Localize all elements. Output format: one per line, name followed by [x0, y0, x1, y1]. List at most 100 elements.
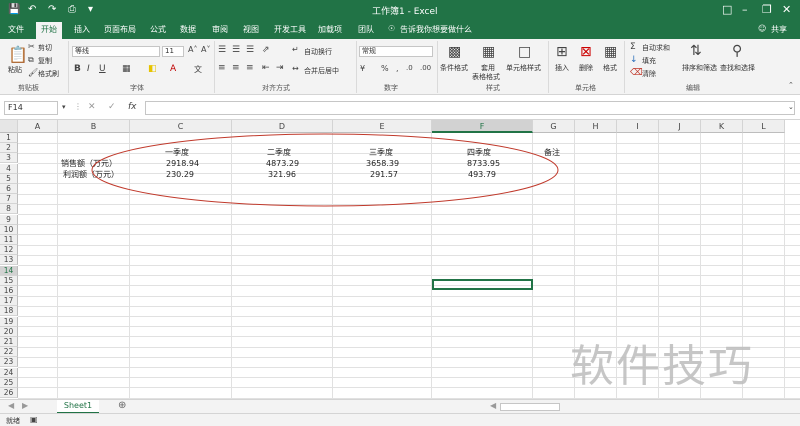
expand-formula-icon[interactable]: ⌄ — [788, 103, 794, 111]
tab-addins[interactable]: 加载项 — [318, 24, 342, 35]
clear-button[interactable]: 清除 — [642, 69, 656, 79]
font-color-icon[interactable]: A — [170, 64, 176, 74]
cut-icon[interactable]: ✂ — [28, 42, 35, 51]
merge-center-icon[interactable]: ↔ — [292, 64, 299, 73]
group-editing-label: 编辑 — [686, 84, 700, 92]
insert-cells-icon[interactable]: ⊞ — [556, 44, 568, 60]
formula-input[interactable] — [145, 101, 795, 115]
align-right-icon[interactable]: ≡ — [246, 63, 254, 73]
tell-me-search[interactable]: 告诉我你想要做什么 — [400, 24, 472, 35]
autosum-button[interactable]: 自动求和 — [642, 43, 670, 53]
tab-formulas[interactable]: 公式 — [150, 24, 166, 35]
tab-insert[interactable]: 插入 — [74, 24, 90, 35]
cut-button[interactable]: 剪切 — [38, 43, 52, 53]
align-center-icon[interactable]: ≡ — [232, 63, 240, 73]
format-painter-icon[interactable]: 🖌 — [28, 68, 38, 77]
paste-icon[interactable]: 📋 — [8, 45, 28, 64]
copy-icon[interactable]: ⧉ — [28, 55, 34, 65]
tab-view[interactable]: 视图 — [243, 24, 259, 35]
copy-button[interactable]: 复制 — [38, 56, 52, 66]
prev-sheet-icon[interactable]: ◀ — [8, 401, 14, 410]
align-middle-icon[interactable]: ☰ — [232, 45, 240, 55]
format-table-button-l2[interactable]: 表格格式 — [472, 72, 500, 82]
format-table-icon[interactable]: ▦ — [482, 44, 495, 60]
redo-icon[interactable]: ↷ — [48, 4, 56, 15]
minimize-icon[interactable]: – — [742, 3, 748, 16]
delete-cells-button[interactable]: 删除 — [579, 63, 593, 73]
share-button[interactable]: 共享 — [771, 24, 787, 35]
fill-color-icon[interactable]: ◧ — [148, 64, 157, 74]
add-sheet-icon[interactable]: ⊕ — [118, 400, 126, 411]
orientation-icon[interactable]: ⇗ — [262, 45, 270, 55]
currency-icon[interactable]: ¥ — [360, 64, 365, 73]
hscroll-left-icon[interactable]: ◀ — [490, 401, 496, 410]
collapse-ribbon-icon[interactable]: ⌃ — [788, 81, 794, 89]
tab-file[interactable]: 文件 — [8, 24, 24, 35]
decrease-decimal-icon[interactable]: .00 — [420, 64, 431, 72]
merge-center-button[interactable]: 合并后居中 — [304, 66, 339, 76]
align-bottom-icon[interactable]: ☰ — [246, 45, 254, 55]
decrease-indent-icon[interactable]: ⇤ — [262, 63, 270, 73]
cell-styles-button[interactable]: 单元格样式 — [506, 63, 541, 73]
clear-icon[interactable]: ⌫ — [630, 68, 643, 78]
undo-icon[interactable]: ↶ — [28, 4, 36, 15]
next-sheet-icon[interactable]: ▶ — [22, 401, 28, 410]
wrap-text-icon[interactable]: ↵ — [292, 45, 299, 54]
tab-review[interactable]: 审阅 — [212, 24, 228, 35]
grow-font-icon[interactable]: A˄ — [188, 45, 197, 54]
phonetic-icon[interactable]: 文 — [194, 64, 202, 75]
find-select-icon[interactable]: ⚲ — [732, 43, 742, 59]
format-painter-button[interactable]: 格式刷 — [38, 69, 59, 79]
format-cells-icon[interactable]: ▦ — [604, 44, 617, 60]
format-cells-button[interactable]: 格式 — [603, 63, 617, 73]
close-icon[interactable]: ✕ — [782, 3, 791, 16]
confirm-entry-icon[interactable]: ✓ — [108, 102, 116, 112]
increase-decimal-icon[interactable]: .0 — [406, 64, 413, 72]
tab-developer[interactable]: 开发工具 — [274, 24, 306, 35]
maximize-icon[interactable]: ❐ — [762, 3, 772, 16]
conditional-format-icon[interactable]: ▩ — [448, 44, 461, 60]
autosum-icon[interactable]: Σ — [630, 42, 636, 52]
horizontal-scrollbar[interactable] — [500, 403, 560, 411]
conditional-format-button[interactable]: 条件格式 — [440, 63, 468, 73]
borders-icon[interactable]: ▦ — [122, 64, 131, 74]
print-preview-icon[interactable]: ⎙ — [68, 4, 76, 15]
font-name-select[interactable]: 等线 — [72, 46, 160, 57]
align-left-icon[interactable]: ≡ — [218, 63, 226, 73]
tab-team[interactable]: 团队 — [358, 24, 374, 35]
insert-function-icon[interactable]: fx — [128, 102, 137, 112]
ribbon-separator — [437, 41, 438, 93]
insert-cells-button[interactable]: 插入 — [555, 63, 569, 73]
tab-home[interactable]: 开始 — [36, 22, 62, 39]
font-size-select[interactable]: 11 — [162, 46, 184, 57]
find-select-button[interactable]: 查找和选择 — [720, 63, 755, 73]
sort-filter-icon[interactable]: ⇅ — [690, 43, 702, 59]
name-box[interactable]: F14 — [4, 101, 58, 115]
cell-styles-icon[interactable]: □ — [518, 44, 531, 60]
fill-button[interactable]: 填充 — [642, 56, 656, 66]
cancel-entry-icon[interactable]: ✕ — [88, 102, 96, 112]
tab-data[interactable]: 数据 — [180, 24, 196, 35]
bold-icon[interactable]: B — [74, 64, 81, 74]
number-format-select[interactable]: 常规 — [359, 46, 433, 57]
italic-icon[interactable]: I — [87, 64, 90, 74]
delete-cells-icon[interactable]: ⊠ — [580, 44, 592, 60]
tab-page-layout[interactable]: 页面布局 — [104, 24, 136, 35]
sheet-tab-sheet1[interactable]: Sheet1 — [57, 400, 99, 414]
save-icon[interactable]: 💾 — [8, 4, 20, 15]
increase-indent-icon[interactable]: ⇥ — [276, 63, 284, 73]
percent-icon[interactable]: % — [381, 64, 389, 73]
align-top-icon[interactable]: ☰ — [218, 45, 226, 55]
paste-button[interactable]: 粘贴 — [8, 65, 22, 75]
ribbon-display-icon[interactable]: □ — [722, 3, 732, 16]
group-clipboard-label: 剪贴板 — [18, 84, 39, 92]
sort-filter-button[interactable]: 排序和筛选 — [682, 63, 717, 73]
comma-style-icon[interactable]: , — [396, 64, 399, 73]
fill-icon[interactable]: ↓ — [630, 55, 638, 65]
namebox-dropdown-icon[interactable]: ▾ — [62, 103, 66, 111]
shrink-font-icon[interactable]: A˅ — [201, 45, 210, 54]
qat-customize-icon[interactable]: ▾ — [88, 4, 93, 15]
macro-record-icon[interactable]: ▣ — [30, 415, 38, 424]
underline-icon[interactable]: U — [99, 64, 106, 74]
wrap-text-button[interactable]: 自动换行 — [304, 47, 332, 57]
